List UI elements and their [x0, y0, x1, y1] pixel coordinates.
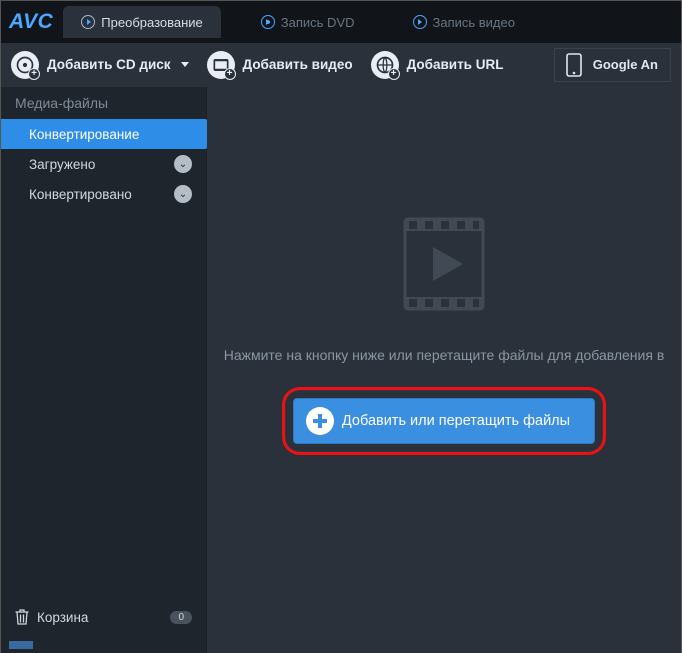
- disc-icon: [261, 15, 275, 29]
- content-area[interactable]: Нажмите на кнопку ниже или перетащите фа…: [207, 87, 681, 653]
- chevron-collapse-icon: ⌄: [174, 155, 192, 173]
- tab-label: Запись DVD: [281, 15, 355, 30]
- tab-label: Запись видео: [433, 15, 515, 30]
- add-cd-button[interactable]: + Добавить CD диск: [11, 51, 189, 79]
- app-logo: AVC: [9, 10, 53, 34]
- tab-burn-dvd[interactable]: Запись DVD: [243, 6, 373, 38]
- record-icon: [413, 15, 427, 29]
- button-label: Добавить видео: [243, 57, 353, 72]
- video-icon: +: [207, 51, 235, 79]
- tab-convert[interactable]: Преобразование: [63, 6, 221, 38]
- add-files-button[interactable]: Добавить или перетащить файлы: [293, 398, 595, 444]
- sidebar: Медиа-файлы Конвертирование Загружено ⌄ …: [1, 87, 207, 653]
- phone-icon: [565, 53, 583, 77]
- drop-hint-text: Нажмите на кнопку ниже или перетащите фа…: [216, 347, 673, 363]
- sidebar-item-label: Конвертирование: [29, 127, 139, 142]
- convert-icon: [81, 15, 95, 29]
- chevron-collapse-icon: ⌄: [174, 185, 192, 203]
- trash-button[interactable]: Корзина 0: [1, 597, 206, 637]
- sidebar-item-converted[interactable]: Конвертировано ⌄: [1, 179, 206, 209]
- button-label: Добавить CD диск: [47, 57, 171, 72]
- footer-accent: [9, 641, 33, 649]
- film-placeholder-icon: [399, 217, 489, 311]
- toolbar: + Добавить CD диск + Добавить видео + До…: [1, 43, 681, 87]
- tab-label: Преобразование: [101, 15, 203, 30]
- sidebar-item-loaded[interactable]: Загружено ⌄: [1, 149, 206, 179]
- chevron-down-icon: [181, 62, 189, 67]
- trash-label: Корзина: [37, 610, 88, 625]
- tab-bar: AVC Преобразование Запись DVD Запись вид…: [1, 1, 681, 43]
- plus-icon: [306, 407, 334, 435]
- add-button-label: Добавить или перетащить файлы: [342, 413, 570, 429]
- add-video-button[interactable]: + Добавить видео: [207, 51, 353, 79]
- trash-count: 0: [170, 611, 192, 624]
- sidebar-header: Медиа-файлы: [1, 87, 206, 119]
- device-selector[interactable]: Google An: [554, 48, 671, 82]
- globe-icon: +: [371, 51, 399, 79]
- add-url-button[interactable]: + Добавить URL: [371, 51, 504, 79]
- sidebar-item-label: Загружено: [29, 157, 95, 172]
- button-label: Добавить URL: [407, 57, 504, 72]
- cd-icon: +: [11, 51, 39, 79]
- trash-icon: [15, 609, 29, 625]
- add-button-highlight: Добавить или перетащить файлы: [282, 387, 606, 455]
- tab-record-video[interactable]: Запись видео: [395, 6, 533, 38]
- sidebar-item-converting[interactable]: Конвертирование: [1, 119, 206, 149]
- device-label: Google An: [593, 57, 658, 72]
- sidebar-item-label: Конвертировано: [29, 187, 132, 202]
